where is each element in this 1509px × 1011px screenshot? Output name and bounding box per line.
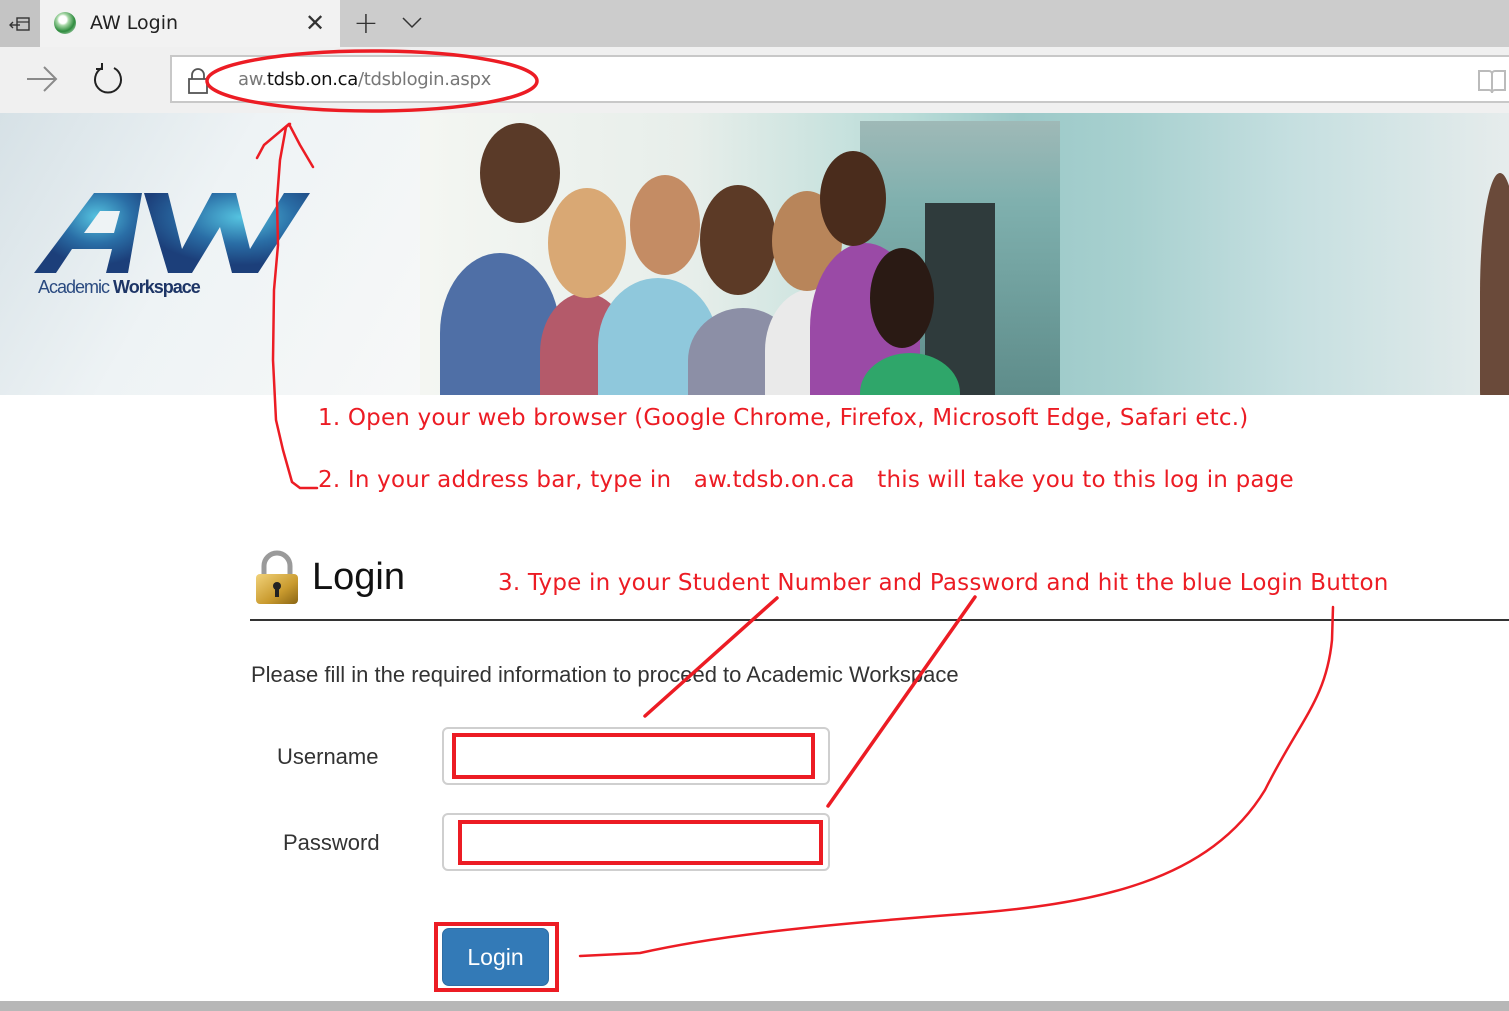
lock-icon [188,68,208,94]
tab-aw-login[interactable]: AW Login ✕ [40,0,340,47]
student-figure [1480,173,1509,395]
username-input[interactable] [442,727,830,785]
password-input[interactable] [442,813,830,871]
url-path: /tdsblogin.aspx [358,69,491,90]
url-text[interactable]: aw.tdsb.on.ca/tdsblogin.aspx [238,69,491,90]
student-head [870,248,934,348]
header-banner: Academic Workspace [0,113,1509,395]
url-host: tdsb.on.ca [266,69,359,90]
student-head [480,123,560,223]
url-prefix: aw. [238,69,267,90]
refresh-icon [94,63,122,94]
arrow-right-icon [27,66,58,92]
instruction-step-2: 2. In your address bar, type in aw.tdsb.… [318,467,1294,493]
student-head [630,175,700,275]
new-tab-button[interactable]: + [350,5,382,41]
student-head [820,151,886,246]
refresh-button[interactable] [88,60,128,98]
student-head [700,185,776,295]
forward-button[interactable] [22,61,62,97]
window-bottom-edge [0,1001,1509,1011]
password-label: Password [283,830,380,855]
student-head [548,188,626,298]
close-tab-button[interactable]: ✕ [302,8,328,38]
logo-sub-bold: Workspace [113,277,201,297]
heading-divider [250,619,1509,621]
set-tabs-aside-button[interactable] [0,0,40,47]
tab-strip: AW Login ✕ + [0,0,1509,47]
students-photo [420,113,1509,395]
tab-list-button[interactable] [397,8,427,38]
login-intro-text: Please fill in the required information … [251,662,959,687]
padlock-icon [256,550,298,604]
instruction-step-3: 3. Type in your Student Number and Passw… [498,570,1389,596]
username-label: Username [277,744,379,769]
tab-title: AW Login [90,12,179,34]
close-icon: ✕ [304,9,326,37]
annotation-line-password [826,595,977,808]
reading-view-icon[interactable] [1477,67,1507,95]
chevron-down-icon [402,17,422,29]
login-button[interactable]: Login [442,928,549,986]
logo-subtitle: Academic Workspace [38,277,201,298]
navigation-bar: aw.tdsb.on.ca/tdsblogin.aspx [0,47,1509,113]
logo-sub-light: Academic [38,277,110,297]
login-title: Login [312,556,405,598]
set-tabs-aside-icon [9,16,30,31]
plus-icon: + [353,5,379,41]
globe-icon [54,12,76,34]
address-bar[interactable]: aw.tdsb.on.ca/tdsblogin.aspx [170,55,1509,103]
annotation-line-username [643,596,779,718]
instruction-step-1: 1. Open your web browser (Google Chrome,… [318,405,1249,431]
